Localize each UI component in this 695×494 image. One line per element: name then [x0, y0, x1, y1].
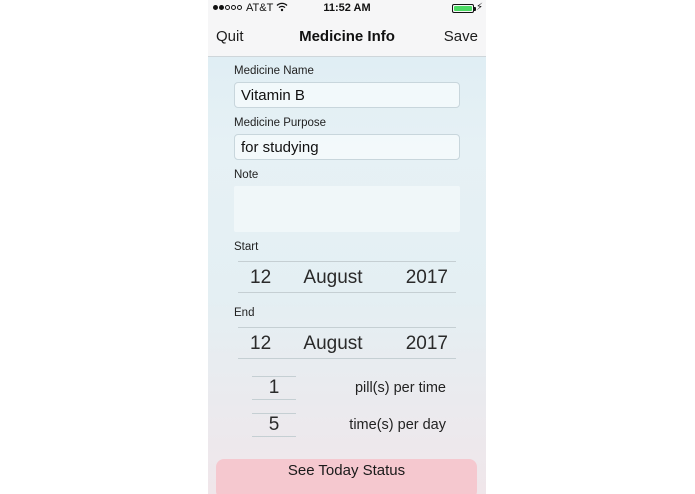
note-label: Note	[234, 169, 259, 181]
medicine-purpose-input[interactable]	[234, 134, 460, 160]
phone-screen: AT&T 11:52 AM ⚡ Quit Medicine Info Save …	[208, 0, 486, 494]
start-year[interactable]: 2017	[406, 267, 448, 289]
charging-bolt-icon: ⚡	[476, 2, 484, 13]
see-today-status-button[interactable]: See Today Status	[216, 459, 477, 494]
end-date-picker[interactable]: 12 August 2017	[238, 327, 456, 359]
end-day[interactable]: 12	[250, 333, 271, 355]
battery-icon	[452, 4, 474, 13]
medicine-name-input[interactable]	[234, 82, 460, 108]
start-date-picker[interactable]: 12 August 2017	[238, 261, 456, 293]
status-bar: AT&T 11:52 AM ⚡	[208, 0, 486, 18]
clock-time: 11:52 AM	[323, 2, 371, 14]
end-month[interactable]: August	[300, 333, 366, 355]
times-per-day-label: time(s) per day	[349, 417, 446, 433]
start-day[interactable]: 12	[250, 267, 271, 289]
pills-per-time-label: pill(s) per time	[354, 380, 446, 396]
medicine-name-label: Medicine Name	[234, 65, 314, 77]
note-textarea[interactable]	[234, 186, 460, 232]
times-per-day-picker[interactable]: 5	[252, 413, 296, 437]
medicine-purpose-label: Medicine Purpose	[234, 117, 327, 129]
end-label: End	[234, 307, 255, 319]
top-bar: AT&T 11:52 AM ⚡ Quit Medicine Info Save	[208, 0, 486, 57]
battery-fill	[454, 6, 472, 11]
save-button[interactable]: Save	[444, 28, 478, 45]
end-year[interactable]: 2017	[406, 333, 448, 355]
start-month[interactable]: August	[300, 267, 366, 289]
start-label: Start	[234, 241, 259, 253]
pills-per-time-picker[interactable]: 1	[252, 376, 296, 400]
